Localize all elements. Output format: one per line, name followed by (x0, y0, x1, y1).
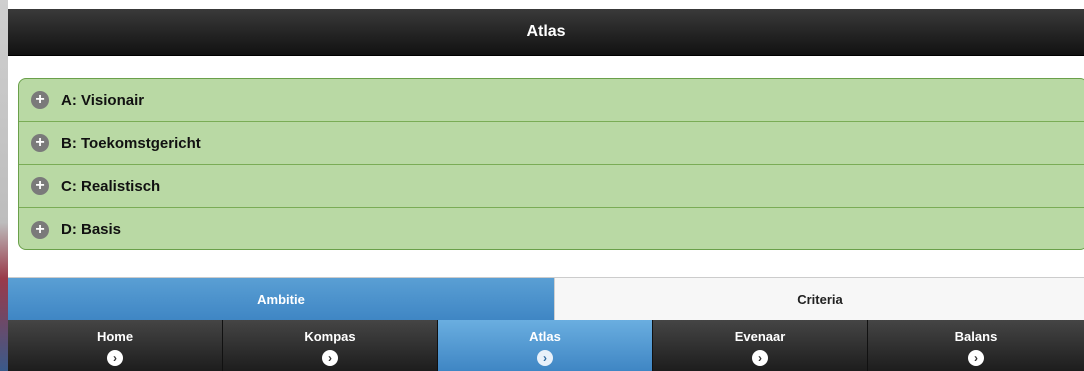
accordion-item-label: C: Realistisch (61, 177, 161, 195)
plus-icon: + (31, 134, 49, 152)
bottom-navbar: Home › Kompas › Atlas › Evenaar › Balans… (8, 320, 1084, 371)
nav-item-label: Home (96, 329, 134, 344)
nav-item-atlas[interactable]: Atlas › (438, 320, 653, 371)
nav-item-label: Atlas (529, 329, 561, 344)
segment-control: Ambitie Criteria (8, 277, 1084, 320)
chevron-right-icon: › (322, 350, 338, 366)
chevron-right-icon: › (107, 350, 123, 366)
nav-item-home[interactable]: Home › (8, 320, 223, 371)
chevron-right-icon: › (537, 350, 553, 366)
nav-item-label: Evenaar (734, 329, 786, 344)
nav-item-label: Kompas (304, 329, 356, 344)
nav-item-evenaar[interactable]: Evenaar › (653, 320, 868, 371)
plus-icon: + (31, 220, 49, 239)
nav-item-kompas[interactable]: Kompas › (223, 320, 438, 371)
nav-item-label: Balans (954, 329, 998, 344)
accordion-item-visionair[interactable]: + A: Visionair (19, 79, 1084, 122)
window-edge (0, 0, 8, 371)
accordion-item-basis[interactable]: + D: Basis (19, 208, 1084, 249)
plus-icon: + (31, 177, 49, 195)
page-header: Atlas (8, 9, 1084, 56)
accordion-item-realistisch[interactable]: + C: Realistisch (19, 165, 1084, 208)
accordion-item-label: D: Basis (61, 221, 122, 238)
accordion-item-label: A: Visionair (61, 91, 145, 109)
segment-criteria-button[interactable]: Criteria (554, 278, 1084, 320)
plus-icon: + (31, 91, 49, 109)
segment-ambitie-button[interactable]: Ambitie (8, 278, 554, 320)
chevron-right-icon: › (968, 350, 984, 366)
nav-item-balans[interactable]: Balans › (868, 320, 1084, 371)
accordion-item-toekomstgericht[interactable]: + B: Toekomstgericht (19, 122, 1084, 165)
criteria-accordion: + A: Visionair + B: Toekomstgericht + C:… (18, 78, 1084, 250)
chevron-right-icon: › (752, 350, 768, 366)
accordion-item-label: B: Toekomstgericht (61, 134, 201, 152)
page-title: Atlas (526, 23, 566, 40)
